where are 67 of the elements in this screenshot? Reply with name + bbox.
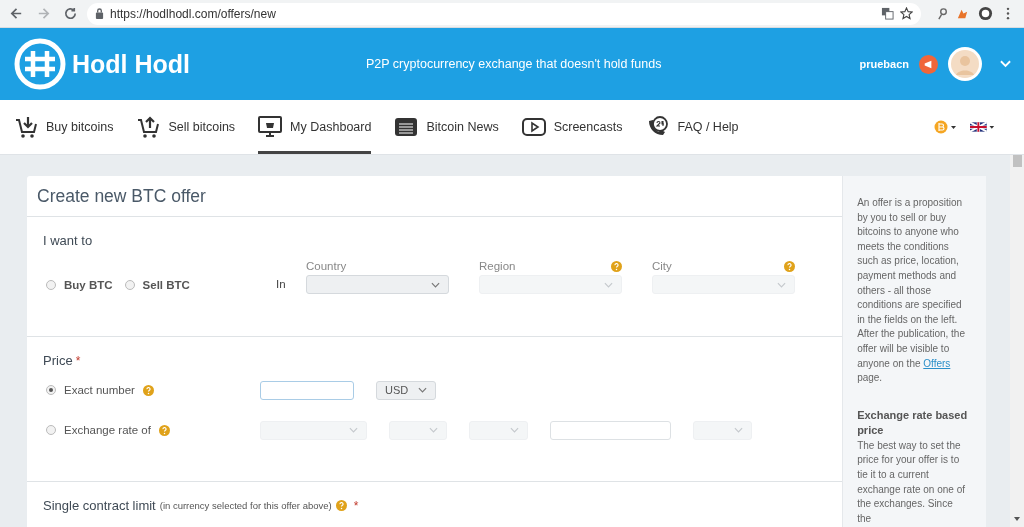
chevron-down-icon	[604, 281, 613, 288]
radio-button[interactable]	[124, 280, 135, 290]
option-label: Sell BTC	[142, 279, 190, 291]
translate-icon[interactable]	[881, 7, 894, 20]
nav-tab[interactable]: Screencasts	[521, 100, 623, 154]
required-mark: *	[75, 354, 81, 368]
info-text: The best way to set the price for your offer is to tie it to a current exchange rate on one of the exchanges. Since the	[857, 438, 966, 526]
chevron-down-icon	[431, 281, 440, 288]
extension-icon[interactable]	[956, 7, 969, 20]
radio-button[interactable]	[46, 385, 56, 395]
more-icon[interactable]	[1006, 7, 1010, 20]
profile-icon[interactable]	[978, 6, 993, 21]
forward-icon[interactable]	[36, 6, 51, 21]
flag-icon[interactable]	[970, 120, 996, 134]
nav-tab[interactable]: FAQ / Help	[645, 100, 739, 154]
input-field[interactable]	[550, 420, 671, 440]
section-label: Single contract limit	[43, 498, 156, 513]
chevron-down-icon	[418, 387, 427, 393]
page-title: Create new BTC offer	[37, 185, 206, 207]
avatar-icon[interactable]	[948, 47, 982, 81]
info-text: An offer is a proposition by you to sell or buy bitcoins to anyone who meets the conditions such as price, location, payment methods and others - all those conditions are specified in the fields on the left. After the publication, the offer will be visible to anyone on the Offers page.	[857, 196, 966, 386]
field-label: Country	[306, 260, 347, 272]
notification-icon[interactable]	[919, 54, 938, 74]
back-icon[interactable]	[9, 6, 24, 21]
chevron-down-icon	[777, 281, 786, 288]
logo-icon	[14, 38, 66, 90]
url-text: https://hodlhodl.com/offers/new	[110, 6, 276, 21]
section-label: I want to	[43, 232, 94, 248]
option-label: Buy BTC	[64, 279, 113, 291]
hint-text: (in currency selected for this offer above)	[159, 500, 332, 511]
help-icon[interactable]	[158, 424, 170, 436]
monitor-icon	[258, 115, 283, 139]
radio-button[interactable]	[46, 280, 56, 290]
cart-icon	[136, 115, 161, 139]
play-icon	[521, 115, 546, 139]
section-label: Price *	[43, 352, 82, 368]
radio-button[interactable]	[46, 425, 56, 435]
chevron-down-icon	[510, 427, 519, 433]
option-label: Exact number	[64, 384, 135, 396]
input-field[interactable]	[260, 380, 354, 400]
select-field[interactable]: USD	[376, 380, 436, 400]
tagline: P2P cryptocurrency exchange that doesn't hold funds	[366, 57, 663, 71]
cart-icon	[14, 115, 38, 139]
chevron-down-icon	[429, 427, 438, 433]
field-label: City	[652, 260, 672, 272]
scroll-down-icon[interactable]	[1013, 516, 1021, 522]
chevron-down-icon[interactable]	[1000, 60, 1011, 68]
chevron-down-icon	[734, 427, 743, 433]
field-label: Region	[479, 260, 516, 272]
nav-tab[interactable]: Sell bitcoins	[136, 100, 236, 154]
required-mark: *	[353, 498, 359, 513]
lock-icon	[95, 8, 104, 19]
nav-tab[interactable]: Buy bitcoins	[14, 100, 114, 154]
info-heading: Exchange rate based price	[857, 407, 969, 438]
nav-tab[interactable]: Bitcoin News	[394, 100, 499, 154]
select-field[interactable]	[306, 275, 449, 294]
address-bar[interactable]: https://hodlhodl.com/offers/new	[87, 2, 921, 25]
help-icon[interactable]	[142, 384, 154, 396]
field-label: In	[276, 278, 287, 292]
chevron-down-icon	[349, 427, 358, 433]
help-icon[interactable]	[335, 500, 347, 511]
option-label: Exchange rate of	[64, 424, 151, 436]
newspaper-icon	[394, 115, 419, 139]
coin-icon[interactable]	[934, 120, 958, 134]
reload-icon[interactable]	[63, 6, 78, 21]
star-icon[interactable]	[900, 7, 913, 20]
scrollbar[interactable]	[1010, 155, 1024, 527]
